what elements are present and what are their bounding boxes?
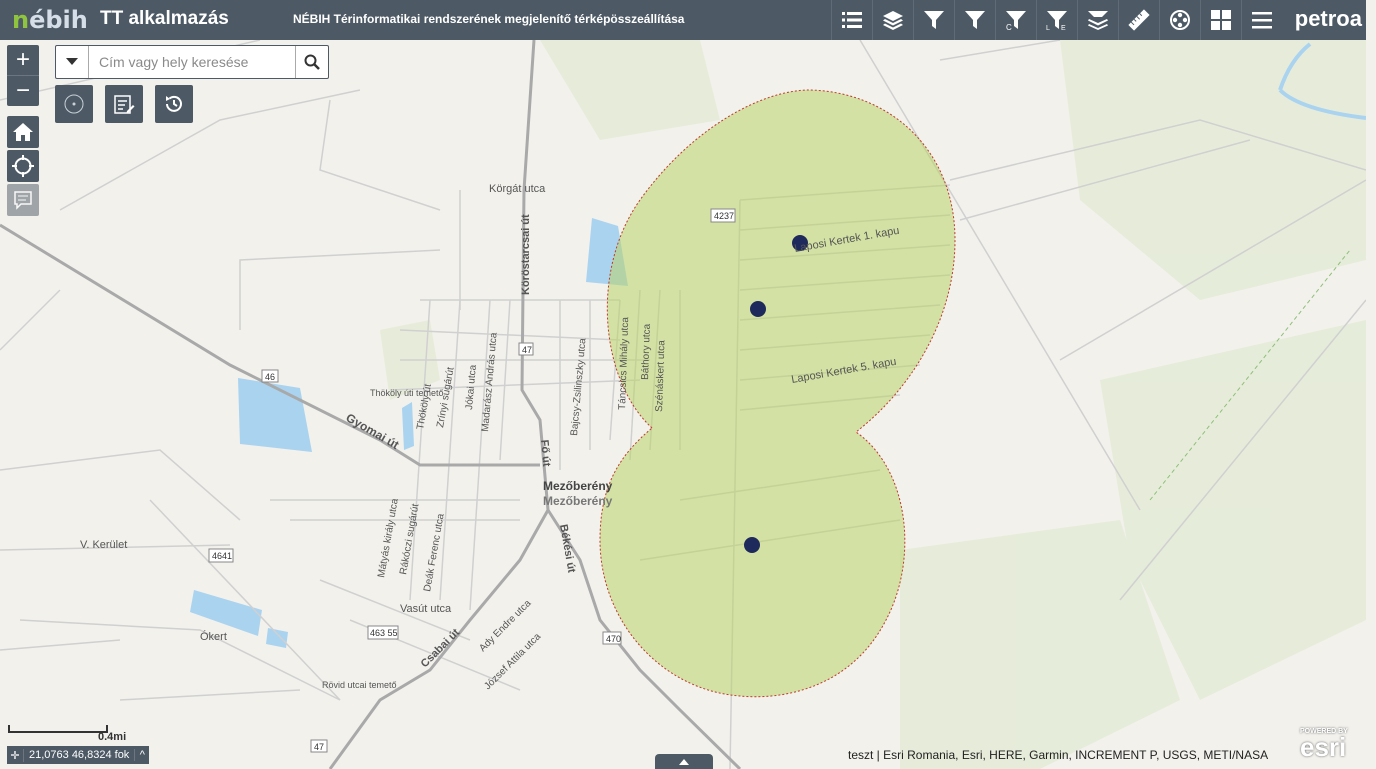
map-view[interactable]: Körgát utca Köröstarcsai út 4237 47 46 T…	[0, 40, 1366, 769]
label-road-47: 47	[522, 345, 532, 355]
top-bar: nébih TT alkalmazás NÉBIH Térinformatika…	[0, 0, 1366, 40]
logo-text: nébih	[12, 6, 88, 34]
svg-text:L: L	[1046, 25, 1050, 31]
label-bathory: Báthory utca	[640, 323, 653, 380]
app-title: TT alkalmazás	[100, 8, 229, 29]
legend-list-icon[interactable]	[831, 0, 872, 40]
search-source-dropdown[interactable]	[56, 46, 89, 78]
label-road-46: 46	[265, 372, 275, 382]
coordinate-readout: 21,0763 46,8324 fok	[29, 749, 130, 761]
label-korgat: Körgát utca	[489, 183, 546, 195]
map-attribution[interactable]: teszt | Esri Romania, Esri, HERE, Garmin…	[848, 748, 1268, 762]
scale-bar	[8, 725, 108, 733]
chevron-down-icon	[66, 58, 78, 65]
toolbar: C LE	[831, 0, 1282, 40]
history-icon	[166, 95, 182, 112]
zoom-out-button[interactable]: −	[7, 75, 39, 106]
label-fout: Fő út	[538, 439, 552, 467]
layer-filter-icon[interactable]	[1077, 0, 1118, 40]
search-widget	[55, 45, 329, 79]
chevron-up-icon	[679, 758, 689, 765]
coordinate-widget: ✛ 21,0763 46,8324 fok ^	[7, 746, 150, 764]
edit-list-button[interactable]	[105, 85, 143, 123]
edit-list-icon	[114, 95, 135, 114]
label-road-46355: 463 55	[370, 628, 398, 638]
app-subtitle: NÉBIH Térinformatikai rendszerének megje…	[293, 12, 685, 26]
label-city: Mezőberény	[543, 479, 613, 493]
svg-text:C: C	[1006, 23, 1012, 31]
menu-icon[interactable]	[1241, 0, 1282, 40]
label-rovid-cemetery: Rövid utcai temető	[322, 680, 397, 690]
label-road-470: 470	[606, 634, 621, 644]
zoom-in-button[interactable]: +	[7, 45, 39, 75]
measure-icon[interactable]	[1118, 0, 1159, 40]
petroa-brand: petroa	[1294, 6, 1362, 31]
label-city-alt: Mezőberény	[543, 494, 613, 508]
crosshair-icon[interactable]: ✛	[7, 748, 24, 762]
filter-icon[interactable]	[913, 0, 954, 40]
history-button[interactable]	[155, 85, 193, 123]
locate-icon	[12, 155, 34, 177]
svg-text:E: E	[1061, 25, 1066, 31]
bottom-panel-toggle[interactable]	[655, 754, 713, 769]
grid-icon[interactable]	[1200, 0, 1241, 40]
filter-icon[interactable]	[954, 0, 995, 40]
target-icon	[64, 94, 84, 114]
home-icon	[13, 123, 33, 141]
label-road-4237: 4237	[714, 211, 734, 221]
filter-le-icon[interactable]: LE	[1036, 0, 1077, 40]
nebih-logo: nébih	[12, 4, 88, 36]
layers-icon[interactable]	[872, 0, 913, 40]
basemap: Körgát utca Köröstarcsai út 4237 47 46 T…	[0, 40, 1366, 769]
search-icon	[304, 54, 320, 70]
filter-c-icon[interactable]: C	[995, 0, 1036, 40]
search-button[interactable]	[295, 46, 328, 78]
chevron-up-icon[interactable]: ^	[134, 749, 149, 761]
label-okert: Ókert	[200, 630, 227, 643]
comment-button[interactable]	[7, 184, 39, 216]
esri-logo: POWERED BY esri	[1300, 728, 1348, 761]
label-vasut: Vasút utca	[400, 603, 452, 615]
target-button[interactable]	[55, 85, 93, 123]
film-reel-icon[interactable]	[1159, 0, 1200, 40]
scale-label: 0.4mi	[98, 731, 127, 743]
locate-button[interactable]	[7, 150, 39, 182]
label-korostarcsai: Köröstarcsai út	[520, 214, 532, 295]
esri-name: esri	[1300, 732, 1347, 762]
label-road-4641: 4641	[212, 551, 232, 561]
zoom-controls: + −	[7, 45, 39, 106]
comment-icon	[14, 191, 32, 210]
label-v-kerulet: V. Kerület	[80, 539, 127, 551]
search-input[interactable]	[89, 46, 295, 78]
home-button[interactable]	[7, 116, 39, 148]
label-road-47b: 47	[314, 742, 324, 752]
